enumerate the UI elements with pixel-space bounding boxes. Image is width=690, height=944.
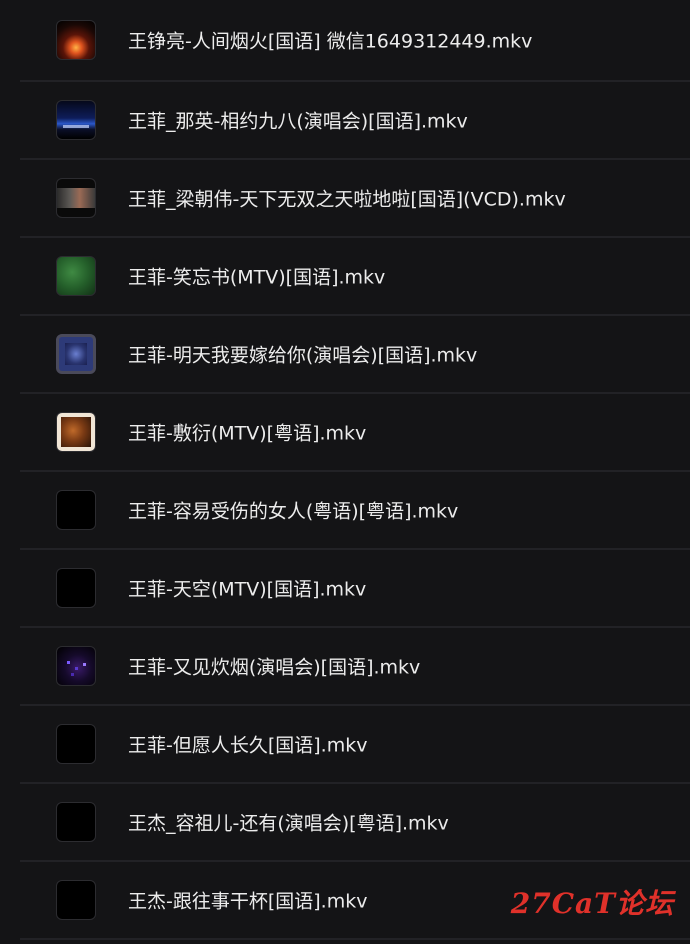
video-thumbnail[interactable] xyxy=(56,646,96,686)
file-name[interactable]: 王铮亮-人间烟火[国语] 微信1649312449.mkv xyxy=(128,27,532,54)
file-name[interactable]: 王菲-容易受伤的女人(粤语)[粤语].mkv xyxy=(128,497,458,524)
video-thumbnail[interactable] xyxy=(56,178,96,218)
file-name[interactable]: 王菲_那英-相约九八(演唱会)[国语].mkv xyxy=(128,107,468,134)
file-name[interactable]: 王菲-笑忘书(MTV)[国语].mkv xyxy=(128,263,385,290)
file-row[interactable]: 王杰_容祖儿-还有(演唱会)[粤语].mkv xyxy=(20,784,690,862)
video-thumbnail[interactable] xyxy=(56,20,96,60)
file-row[interactable]: 王菲-明天我要嫁给你(演唱会)[国语].mkv xyxy=(20,316,690,394)
video-thumbnail[interactable] xyxy=(56,334,96,374)
file-row[interactable]: 王菲-敷衍(MTV)[粤语].mkv xyxy=(20,394,690,472)
file-name[interactable]: 王菲-又见炊烟(演唱会)[国语].mkv xyxy=(128,653,420,680)
file-name[interactable]: 王菲-明天我要嫁给你(演唱会)[国语].mkv xyxy=(128,341,477,368)
video-thumbnail[interactable] xyxy=(56,802,96,842)
video-thumbnail[interactable] xyxy=(56,880,96,920)
file-name[interactable]: 王杰-跟往事干杯[国语].mkv xyxy=(128,887,367,914)
file-row[interactable]: 王菲-笑忘书(MTV)[国语].mkv xyxy=(20,238,690,316)
file-row[interactable]: 王菲-天空(MTV)[国语].mkv xyxy=(20,550,690,628)
video-thumbnail[interactable] xyxy=(56,490,96,530)
video-thumbnail[interactable] xyxy=(56,568,96,608)
file-row[interactable]: 王铮亮-人间烟火[国语] 微信1649312449.mkv xyxy=(20,0,690,82)
file-row[interactable]: 王菲-但愿人长久[国语].mkv xyxy=(20,706,690,784)
file-name[interactable]: 王菲-敷衍(MTV)[粤语].mkv xyxy=(128,419,366,446)
video-thumbnail[interactable] xyxy=(56,256,96,296)
file-row[interactable]: 王菲_梁朝伟-天下无双之天啦地啦[国语](VCD).mkv xyxy=(20,160,690,238)
file-name[interactable]: 王菲-但愿人长久[国语].mkv xyxy=(128,731,367,758)
file-name[interactable]: 王菲_梁朝伟-天下无双之天啦地啦[国语](VCD).mkv xyxy=(128,185,566,212)
file-name[interactable]: 王杰_容祖儿-还有(演唱会)[粤语].mkv xyxy=(128,809,449,836)
file-row[interactable]: 王菲-又见炊烟(演唱会)[国语].mkv xyxy=(20,628,690,706)
file-row[interactable]: 王杰-跟往事干杯[国语].mkv xyxy=(20,862,690,940)
video-thumbnail[interactable] xyxy=(56,100,96,140)
file-name[interactable]: 王菲-天空(MTV)[国语].mkv xyxy=(128,575,366,602)
file-row[interactable]: 王菲_那英-相约九八(演唱会)[国语].mkv xyxy=(20,82,690,160)
file-list: 王铮亮-人间烟火[国语] 微信1649312449.mkv 王菲_那英-相约九八… xyxy=(0,0,690,944)
video-thumbnail[interactable] xyxy=(56,412,96,452)
video-thumbnail[interactable] xyxy=(56,724,96,764)
file-row[interactable]: 王菲-容易受伤的女人(粤语)[粤语].mkv xyxy=(20,472,690,550)
